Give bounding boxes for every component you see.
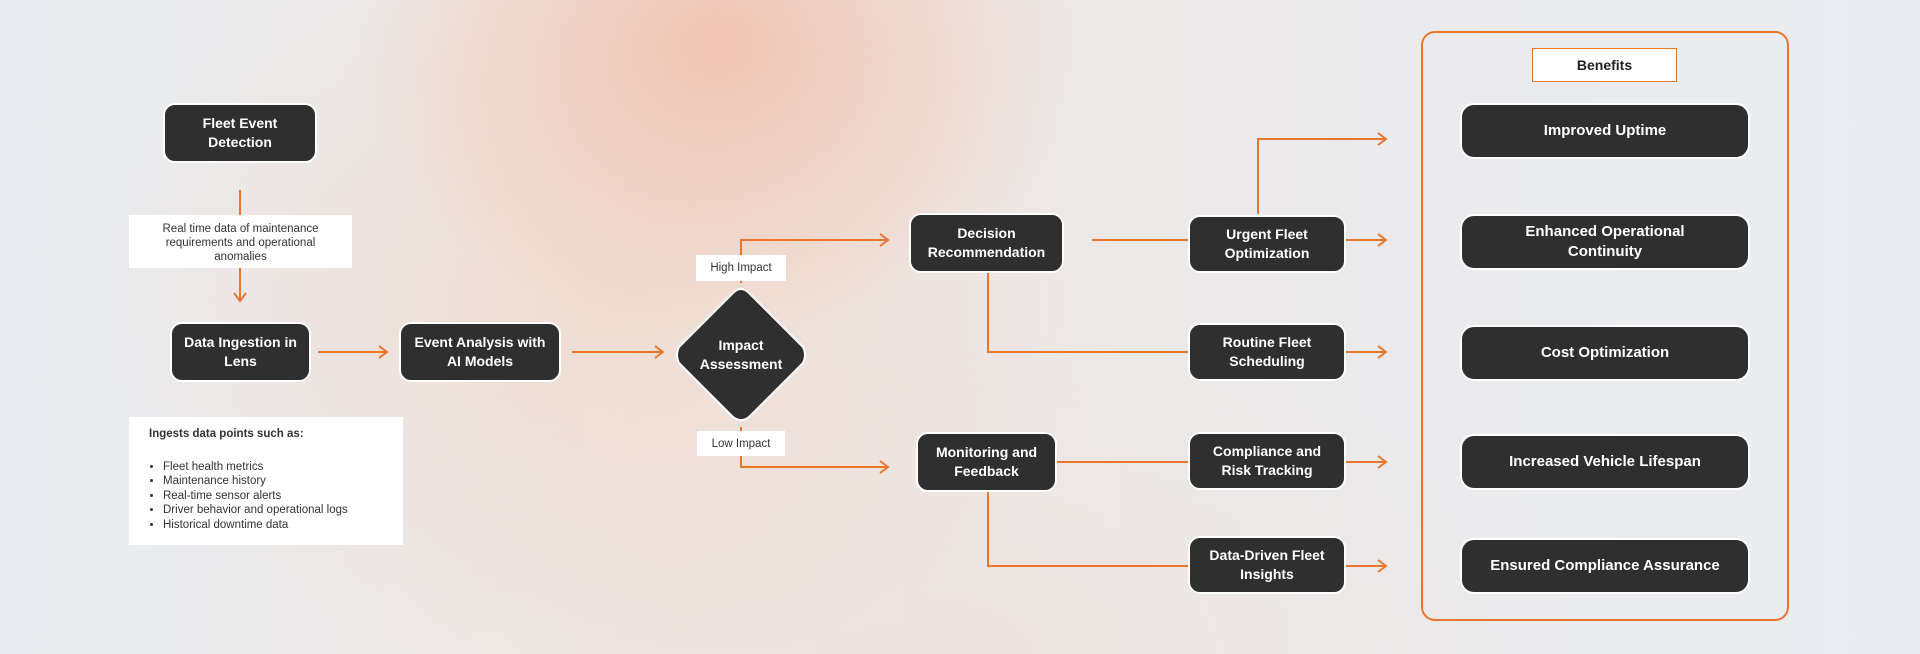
benefits-title-text: Benefits	[1576, 57, 1633, 73]
note-text: Real time data of maintenance requiremen…	[162, 223, 319, 263]
node-label: Routine Fleet Scheduling	[1222, 334, 1312, 369]
benefit-compliance-assurance: Ensured Compliance Assurance	[1460, 538, 1750, 594]
benefit-cost-optimization: Cost Optimization	[1460, 325, 1750, 381]
node-data-driven-insights: Data-Driven Fleet Insights	[1188, 536, 1346, 594]
node-label: Event Analysis with AI Models	[414, 334, 546, 369]
node-fleet-event-detection: Fleet Event Detection	[163, 103, 317, 163]
branch-text: Low Impact	[711, 437, 771, 450]
node-label: Compliance and Risk Tracking	[1212, 443, 1322, 478]
branch-text: High Impact	[710, 262, 772, 274]
branch-label-high-impact: High Impact	[696, 255, 786, 281]
node-data-ingestion: Data Ingestion in Lens	[170, 322, 311, 382]
benefit-operational-continuity: Enhanced Operational Continuity	[1460, 214, 1750, 270]
note-realtime-data: Real time data of maintenance requiremen…	[129, 215, 352, 268]
ingests-item: Driver behavior and operational logs	[163, 503, 393, 518]
connector-monitoring-to-insights	[987, 492, 1189, 567]
node-decision-recommendation: Decision Recommendation	[909, 213, 1064, 273]
node-impact-assessment: Impact Assessment	[671, 285, 811, 425]
benefit-label: Ensured Compliance Assurance	[1490, 557, 1720, 574]
ingests-list: Fleet health metrics Maintenance history…	[149, 460, 393, 533]
benefit-label: Cost Optimization	[1540, 344, 1670, 361]
node-monitoring-feedback: Monitoring and Feedback	[916, 432, 1057, 492]
node-label: Monitoring and Feedback	[935, 444, 1038, 479]
node-compliance-risk-tracking: Compliance and Risk Tracking	[1188, 432, 1346, 490]
node-event-analysis: Event Analysis with AI Models	[399, 322, 561, 382]
node-label: Decision Recommendation	[927, 225, 1046, 260]
benefit-label: Increased Vehicle Lifespan	[1509, 453, 1701, 470]
benefit-label: Improved Uptime	[1543, 122, 1667, 139]
benefit-label: Enhanced Operational Continuity	[1525, 223, 1685, 260]
ingests-item: Fleet health metrics	[163, 460, 393, 475]
node-label: Data Ingestion in Lens	[184, 334, 297, 369]
benefits-title: Benefits	[1532, 48, 1677, 82]
ingests-item: Real-time sensor alerts	[163, 489, 393, 504]
node-label: Fleet Event Detection	[202, 115, 278, 150]
ingests-item: Historical downtime data	[163, 518, 393, 533]
connector-urgent-to-uptime	[1257, 132, 1388, 214]
ingests-data-points-box: Ingests data points such as: Fleet healt…	[129, 417, 403, 545]
branch-label-low-impact: Low Impact	[697, 431, 785, 456]
benefit-improved-uptime: Improved Uptime	[1460, 103, 1750, 159]
node-urgent-fleet-optimization: Urgent Fleet Optimization	[1188, 215, 1346, 273]
ingests-title: Ingests data points such as:	[149, 428, 304, 440]
benefit-vehicle-lifespan: Increased Vehicle Lifespan	[1460, 434, 1750, 490]
node-label: Impact Assessment	[699, 337, 783, 372]
node-label: Urgent Fleet Optimization	[1224, 226, 1310, 261]
node-label: Data-Driven Fleet Insights	[1209, 547, 1325, 582]
ingests-item: Maintenance history	[163, 474, 393, 489]
connector-decision-to-routine	[987, 272, 1189, 353]
node-routine-fleet-scheduling: Routine Fleet Scheduling	[1188, 323, 1346, 381]
